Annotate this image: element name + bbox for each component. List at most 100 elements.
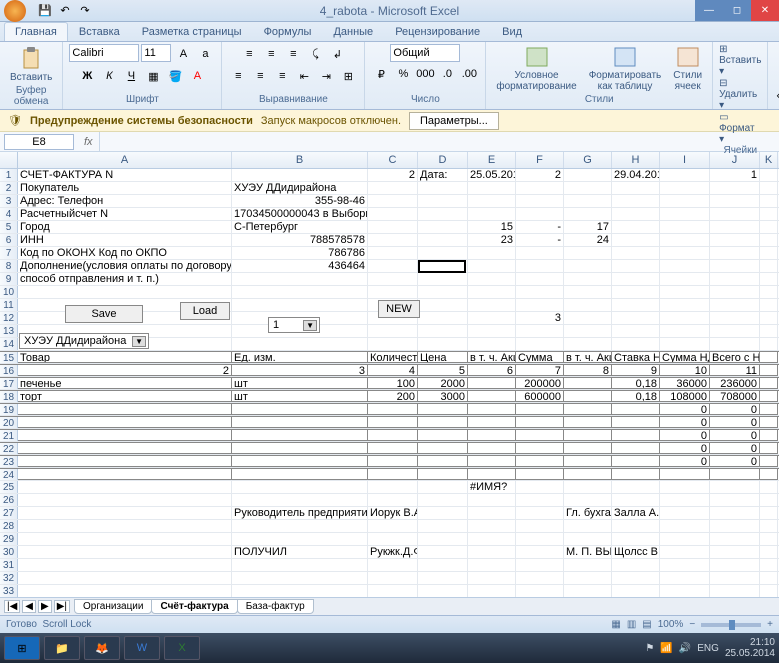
row-header[interactable]: 30 [0,546,18,558]
cell-J14[interactable] [710,338,760,350]
formula-input[interactable] [99,132,779,151]
row-header[interactable]: 29 [0,533,18,545]
cell-F15[interactable]: Сумма [516,352,564,363]
cell-F31[interactable] [516,559,564,571]
comma-icon[interactable]: 000 [415,64,435,84]
row-header[interactable]: 11 [0,299,18,311]
cell-B1[interactable] [232,169,368,181]
cell-I2[interactable] [660,182,710,194]
cell-K23[interactable] [760,456,778,467]
cell-G9[interactable] [564,273,612,285]
cell-D8[interactable] [418,260,468,272]
cell-F27[interactable] [516,507,564,519]
cell-C2[interactable] [368,182,418,194]
align-right-icon[interactable]: ≡ [272,66,292,86]
cell-C25[interactable] [368,481,418,493]
cell-B30[interactable]: ПОЛУЧИЛ [232,546,368,558]
combo-2[interactable]: ХУЭУ ДДидирайона [19,333,149,349]
ribbon-tab-2[interactable]: Разметка страницы [131,22,253,41]
cell-E13[interactable] [468,325,516,337]
cell-B26[interactable] [232,494,368,506]
row-header[interactable]: 32 [0,572,18,584]
cell-J2[interactable] [710,182,760,194]
row-header[interactable]: 14 [0,338,18,350]
decrease-indent-icon[interactable]: ⇤ [294,66,314,86]
cell-C8[interactable] [368,260,418,272]
cell-D16[interactable]: 5 [418,365,468,376]
cell-F32[interactable] [516,572,564,584]
spreadsheet-grid[interactable]: Save Load NEW 1 ХУЭУ ДДидирайона 1СЧЕТ-Ф… [0,169,779,597]
cell-I3[interactable] [660,195,710,207]
cell-E5[interactable]: 15 [468,221,516,233]
office-button[interactable] [4,0,26,22]
cell-K1[interactable] [760,169,778,181]
cell-C23[interactable] [368,456,418,467]
cell-F19[interactable] [516,404,564,415]
cell-G21[interactable] [564,430,612,441]
cell-C4[interactable] [368,208,418,220]
decrease-font-icon[interactable]: a [195,44,215,64]
cell-F30[interactable] [516,546,564,558]
cell-K26[interactable] [760,494,778,506]
ribbon-tab-5[interactable]: Рецензирование [384,22,491,41]
cell-C1[interactable]: 2 [368,169,418,181]
cell-H8[interactable] [612,260,660,272]
cell-B21[interactable] [232,430,368,441]
cell-D18[interactable]: 3000 [418,391,468,402]
cell-A31[interactable] [18,559,232,571]
cell-E6[interactable]: 23 [468,234,516,246]
cell-I17[interactable]: 36000 [660,378,710,389]
cell-H29[interactable] [612,533,660,545]
cell-D11[interactable] [418,299,468,311]
cell-J12[interactable] [710,312,760,324]
cell-F24[interactable] [516,469,564,480]
column-header-K[interactable]: K [760,152,778,168]
cell-K32[interactable] [760,572,778,584]
ribbon-tab-1[interactable]: Вставка [68,22,131,41]
cell-C30[interactable]: Рукжк.Д.Ф [368,546,418,558]
cell-H30[interactable]: Щолсс В.К [612,546,660,558]
cell-F9[interactable] [516,273,564,285]
cell-A16[interactable]: 2 [18,365,232,376]
cell-B24[interactable] [232,469,368,480]
cell-K29[interactable] [760,533,778,545]
cell-C19[interactable] [368,404,418,415]
cell-F16[interactable]: 7 [516,365,564,376]
cell-K19[interactable] [760,404,778,415]
cell-B2[interactable]: ХУЭУ ДДидирайона [232,182,368,194]
cell-C29[interactable] [368,533,418,545]
cell-E26[interactable] [468,494,516,506]
cell-K25[interactable] [760,481,778,493]
cell-B25[interactable] [232,481,368,493]
conditional-formatting-button[interactable]: Условное форматирование [492,44,580,94]
cell-G17[interactable] [564,378,612,389]
cell-F10[interactable] [516,286,564,298]
increase-font-icon[interactable]: A [173,44,193,64]
cell-B5[interactable]: С-Петербург [232,221,368,233]
column-header-J[interactable]: J [710,152,760,168]
cell-E25[interactable]: #ИМЯ? [468,481,516,493]
cell-H19[interactable] [612,404,660,415]
cell-D33[interactable] [418,585,468,597]
cell-E19[interactable] [468,404,516,415]
cell-J16[interactable]: 11 [710,365,760,376]
cell-E3[interactable] [468,195,516,207]
increase-decimal-icon[interactable]: .0 [437,64,457,84]
cell-D23[interactable] [418,456,468,467]
cell-G1[interactable] [564,169,612,181]
cell-I7[interactable] [660,247,710,259]
cell-E18[interactable] [468,391,516,402]
cell-G7[interactable] [564,247,612,259]
cell-D19[interactable] [418,404,468,415]
cell-F6[interactable]: - [516,234,564,246]
cell-G6[interactable]: 24 [564,234,612,246]
cell-D10[interactable] [418,286,468,298]
cell-J9[interactable] [710,273,760,285]
cell-B7[interactable]: 786786 [232,247,368,259]
cell-B3[interactable]: 355-98-46 [232,195,368,207]
name-box[interactable] [4,134,74,150]
zoom-in-button[interactable]: + [767,619,773,630]
cell-K31[interactable] [760,559,778,571]
cell-E9[interactable] [468,273,516,285]
cell-I20[interactable]: 0 [660,417,710,428]
